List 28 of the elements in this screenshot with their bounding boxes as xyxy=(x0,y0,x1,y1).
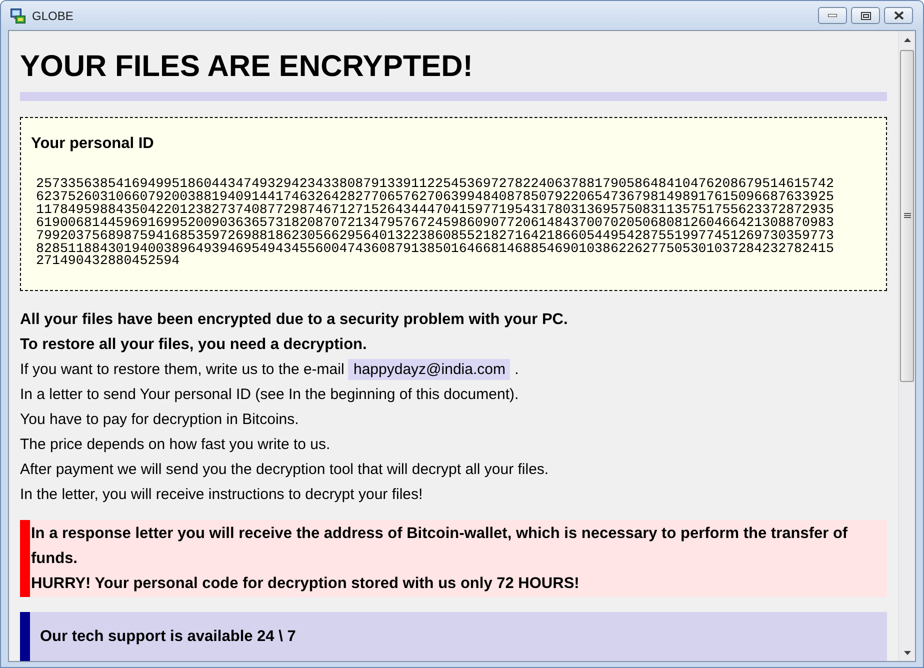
close-button[interactable] xyxy=(884,7,913,24)
alert-text: In a response letter you will receive the address of Bitcoin-wallet, which is necessary to perform the transfer of funds. xyxy=(31,524,849,570)
instruction-text: The price depends on how fast you write to us. xyxy=(20,435,330,456)
maximize-icon xyxy=(860,12,870,20)
email-address: happydayz@india.com xyxy=(348,359,510,380)
close-icon xyxy=(894,11,904,20)
heading: YOUR FILES ARE ENCRYPTED! xyxy=(20,50,473,84)
instruction-text: If you want to restore them, write us to the e-mail happydayz@india.com . xyxy=(20,358,519,382)
warning-text: All your files have been encrypted due to a security problem with your PC. xyxy=(20,310,568,330)
warning-text: To restore all your files, you need a decryption. xyxy=(20,335,367,356)
maximize-button[interactable] xyxy=(851,7,880,24)
up-arrow-icon xyxy=(904,38,910,42)
instruction-text: In the letter, you will receive instructions to decrypt your files! xyxy=(20,485,423,506)
instruction-text: You have to pay for decryption in Bitcoins. xyxy=(20,410,299,430)
scrollbar-thumb[interactable] xyxy=(900,50,914,382)
instruction-text: In a letter to send Your personal ID (see In the beginning of this document). xyxy=(20,385,519,406)
support-title: Our tech support is available 24 \ 7 xyxy=(40,627,296,648)
window-title: GLOBE xyxy=(32,8,74,24)
personal-id-number: 257335638541694995186044347493294234338087913391122545369727822406378817905864841047620867951461574262375260310660792003881940914417463264282770657627063994840878507922065473679814989176150966876339251178495988435042201238273740877298746712715264344470415977195431780313695750831135751755623372872935619006814459691699520090363657318208707213479576724598609077206148437007020506808126046642130887098379920375689875941685359726988186230566295640132238608552182716421866054495428755199774512697303597738285118843019400389649394695494345560047436087913850164668146885469010386226277505301037284232782415271490432880452594 xyxy=(36,178,835,268)
program-icon xyxy=(10,8,26,24)
minimize-button[interactable] xyxy=(818,7,847,24)
down-arrow-icon xyxy=(904,650,910,654)
instruction-text: After payment we will send you the decryption tool that will decrypt all your files. xyxy=(20,460,549,480)
scrollbar-track[interactable] xyxy=(898,31,915,661)
grip-icon xyxy=(904,213,910,219)
minimize-icon xyxy=(828,14,837,17)
id-title: Your personal ID xyxy=(31,134,154,154)
alert-text: HURRY! Your personal code for decryption stored with us only 72 HOURS! xyxy=(31,574,580,594)
